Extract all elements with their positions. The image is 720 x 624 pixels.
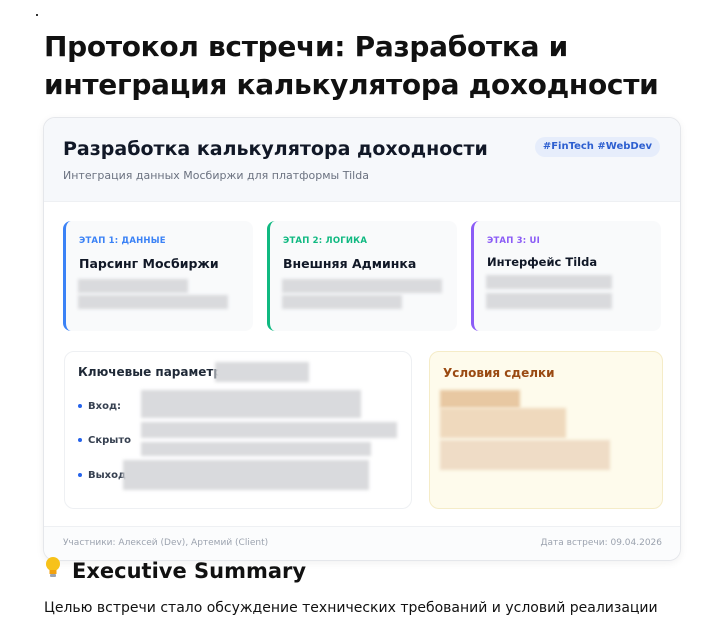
param-item: Скрыто <box>78 435 131 446</box>
stage-card-logic: ЭТАП 2: ЛОГИКА Внешняя Админка <box>267 221 457 331</box>
param-item: Вход: <box>78 401 121 412</box>
redacted-text <box>78 295 228 309</box>
stage-label: ЭТАП 1: ДАННЫЕ <box>79 236 166 246</box>
redacted-text <box>486 275 612 289</box>
key-parameters-panel: Ключевые параметры Вход: Скрыто Выход: <box>64 351 412 509</box>
card-footer: Участники: Алексей (Dev), Артемий (Clien… <box>44 526 680 560</box>
page-title: Протокол встречи: Разработка и интеграци… <box>44 30 659 101</box>
summary-paragraph: Целью встречи стало обсуждение техническ… <box>44 600 658 616</box>
stage-name: Интерфейс Tilda <box>487 255 598 269</box>
redacted-text <box>141 442 371 456</box>
stray-dot <box>36 14 38 16</box>
redacted-text <box>215 362 309 382</box>
redacted-text <box>282 279 442 293</box>
deal-terms-panel: Условия сделки <box>429 351 663 509</box>
stage-card-data: ЭТАП 1: ДАННЫЕ Парсинг Мосбиржи <box>63 221 253 331</box>
redacted-text <box>141 390 361 418</box>
redacted-text <box>440 408 566 438</box>
bullet-icon <box>78 404 82 408</box>
meeting-date-text: Дата встречи: 09.04.2026 <box>540 538 663 548</box>
redacted-text <box>123 460 369 490</box>
stage-label: ЭТАП 3: UI <box>487 236 541 246</box>
param-label: Скрыто <box>88 435 131 446</box>
redacted-text <box>141 422 397 438</box>
summary-heading-text: Executive Summary <box>72 559 307 583</box>
params-title: Ключевые параметры <box>78 365 233 379</box>
param-label: Вход: <box>88 401 122 412</box>
redacted-text <box>440 440 610 470</box>
redacted-text <box>440 390 520 408</box>
lightbulb-icon <box>44 556 62 583</box>
tags-badge: #FinTech #WebDev <box>534 137 660 157</box>
participants-text: Участники: Алексей (Dev), Артемий (Clien… <box>63 538 269 548</box>
stage-name: Парсинг Мосбиржи <box>79 256 219 271</box>
summary-heading: Executive Summary <box>44 556 306 583</box>
stage-label: ЭТАП 2: ЛОГИКА <box>283 236 368 246</box>
stage-name: Внешняя Админка <box>283 256 417 271</box>
card-header: Разработка калькулятора доходности Интег… <box>44 118 680 202</box>
card-title: Разработка калькулятора доходности <box>63 138 488 160</box>
stage-card-ui: ЭТАП 3: UI Интерфейс Tilda <box>471 221 661 331</box>
redacted-text <box>282 295 402 309</box>
project-card: Разработка калькулятора доходности Интег… <box>43 117 681 561</box>
redacted-text <box>486 293 612 309</box>
bullet-icon <box>78 438 82 442</box>
redacted-text <box>78 279 188 293</box>
deal-title: Условия сделки <box>443 366 555 380</box>
bullet-icon <box>78 473 82 477</box>
card-subtitle: Интеграция данных Мосбиржи для платформы… <box>63 169 369 182</box>
